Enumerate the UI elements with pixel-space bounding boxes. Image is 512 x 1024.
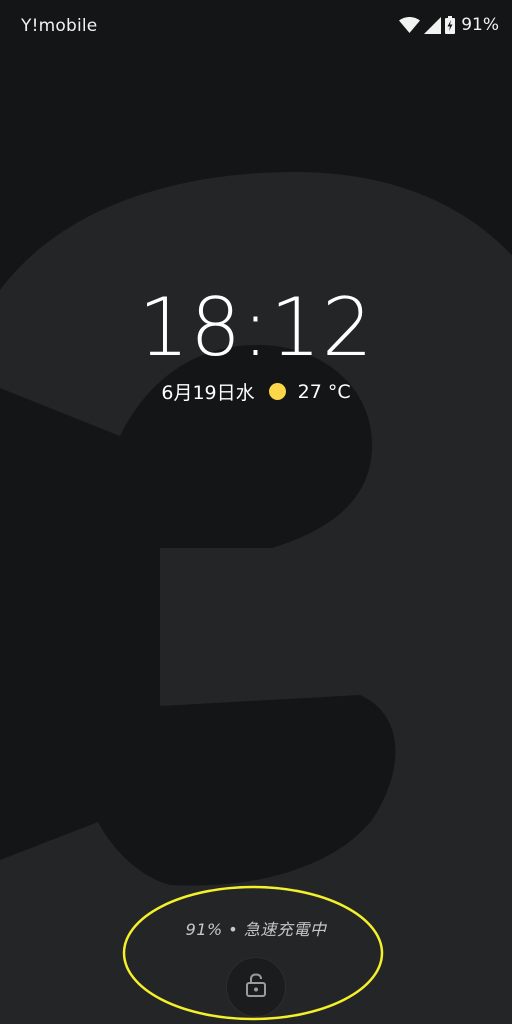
wifi-icon — [399, 17, 421, 33]
battery-percent: 91% — [461, 15, 499, 35]
status-bar: Y!mobile 91% — [0, 0, 512, 54]
cell-signal-icon — [424, 16, 442, 34]
date-weather-row[interactable]: 6月19日水 27 °C — [0, 378, 512, 405]
carrier-name: Y!mobile — [21, 16, 98, 36]
charging-status: 91% • 急速充電中 — [185, 920, 327, 939]
lock-screen-clock: 18:12 — [138, 281, 374, 374]
sun-icon — [268, 383, 286, 400]
temperature-text: 27 °C — [297, 380, 351, 403]
unlock-button[interactable] — [226, 957, 286, 1017]
wallpaper — [0, 172, 512, 1024]
status-icons: 91% — [399, 15, 499, 35]
unlock-icon — [245, 973, 267, 1001]
date-text: 6月19日水 — [161, 382, 255, 404]
battery-charging-icon — [445, 16, 456, 34]
